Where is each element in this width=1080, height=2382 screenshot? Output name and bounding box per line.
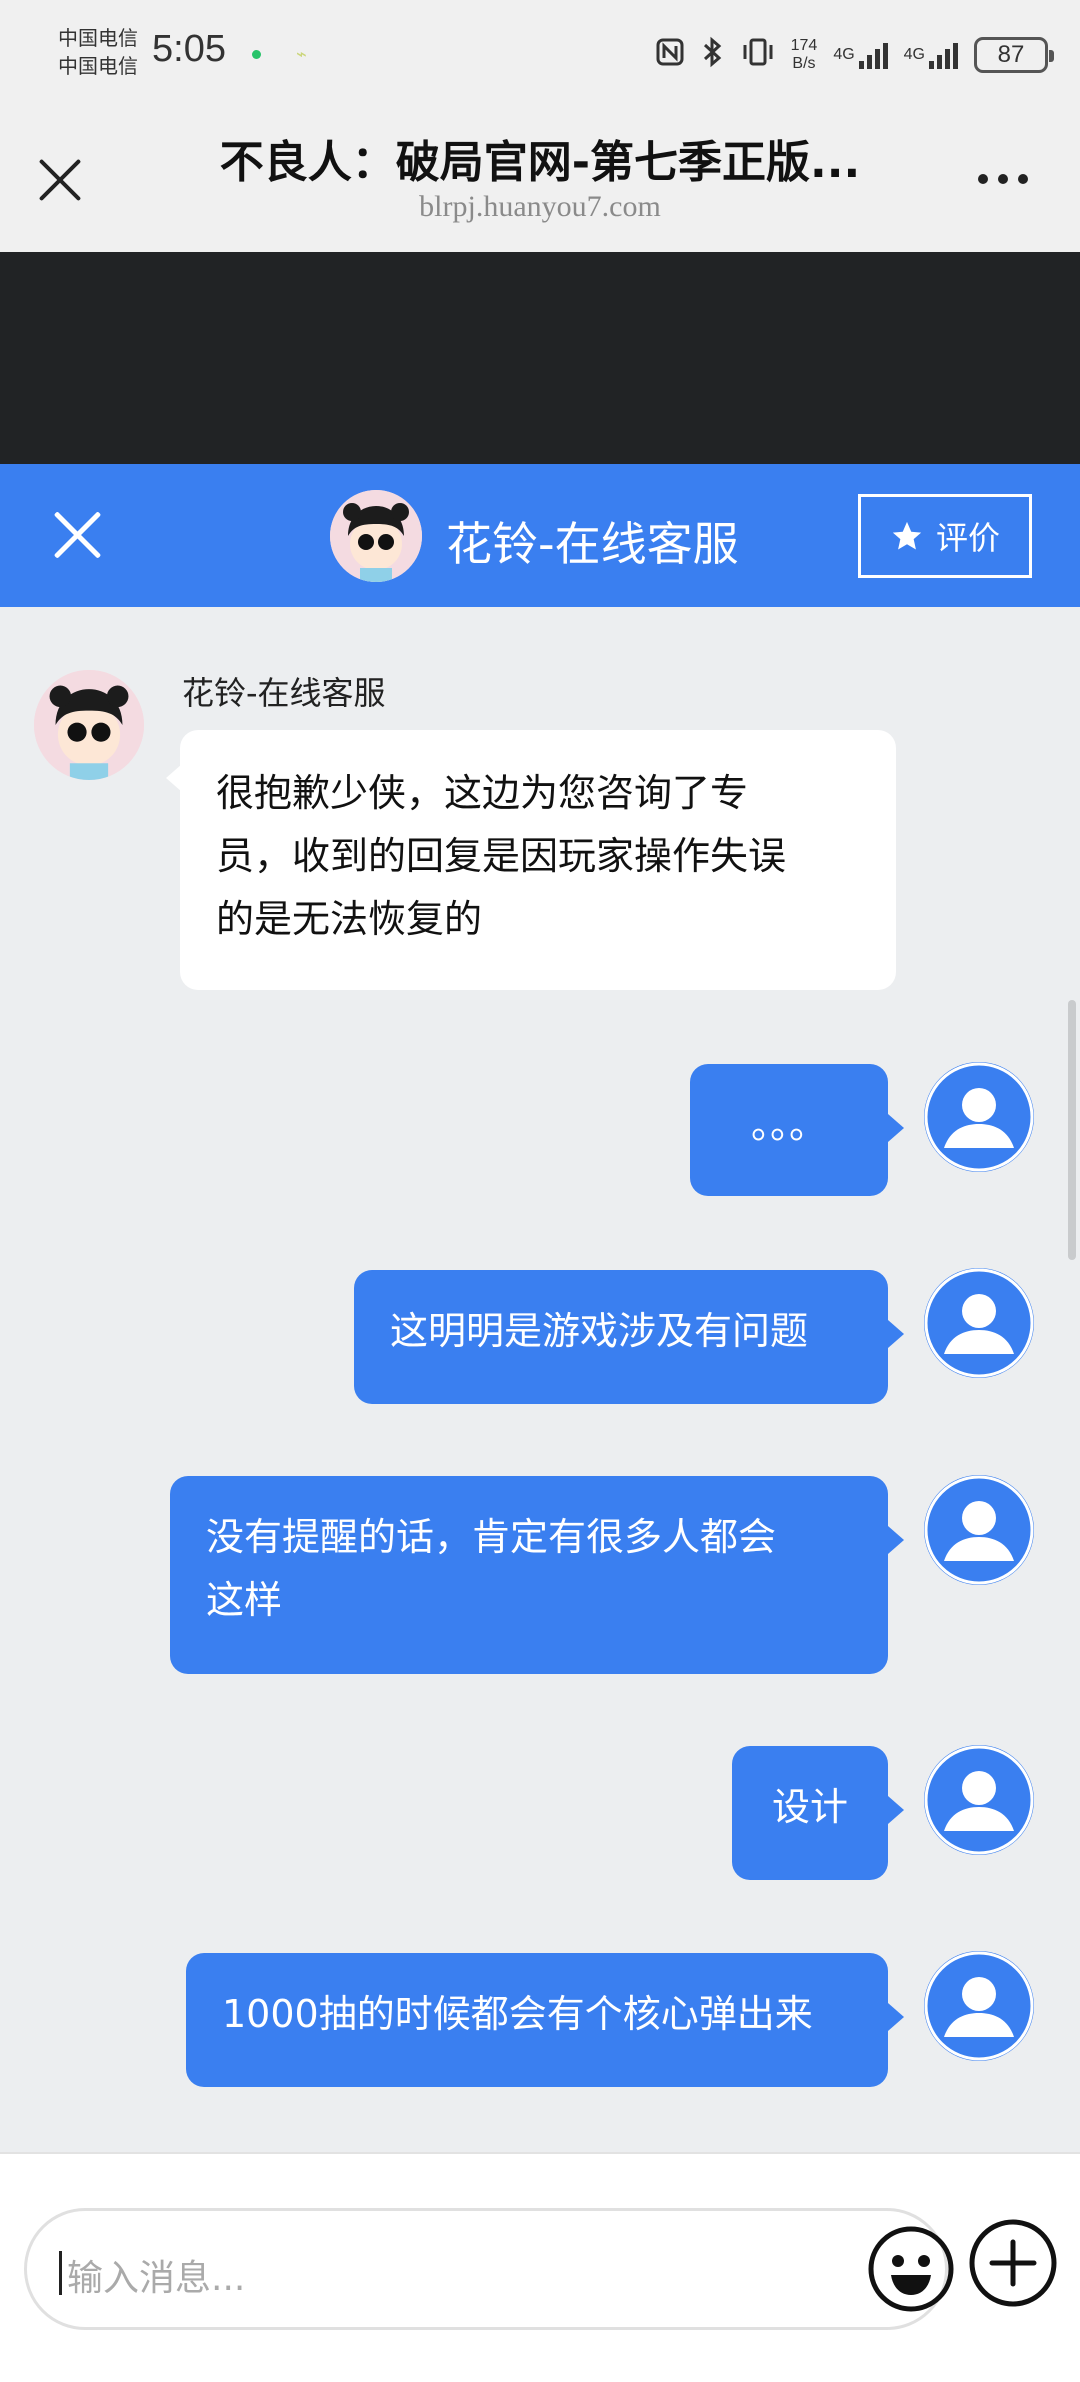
battery-level: 87 — [997, 41, 1025, 68]
signal-1-icon: 4G — [833, 41, 888, 69]
clock: 5:05 — [152, 28, 226, 70]
chat-header: 花铃-在线客服 评价 — [0, 464, 1080, 607]
rate-button[interactable]: 评价 — [858, 494, 1032, 578]
message-line: 没有提醒的话，肯定有很多人都会 — [206, 1515, 777, 1559]
chat-title: 花铃-在线客服 — [446, 517, 739, 571]
user-avatar — [924, 1951, 1034, 2061]
page-banner-area — [0, 252, 1080, 464]
message-text: 这明明是游戏涉及有问题 — [390, 1309, 809, 1353]
star-icon — [892, 521, 922, 550]
carrier-1: 中国电信 — [58, 26, 138, 50]
agent-avatar-header — [330, 490, 422, 582]
user-message-bubble: 这明明是游戏涉及有问题 — [354, 1270, 904, 1404]
network-speed: 174 B/s — [791, 37, 818, 73]
bluetooth-icon — [701, 36, 725, 75]
user-avatar — [924, 1062, 1034, 1172]
more-options-icon[interactable] — [978, 174, 1028, 184]
browser-header: 不良人：破局官网-第七季正版... blrpj.huanyou7.com — [0, 110, 1080, 252]
signal-2-label: 4G — [903, 46, 925, 63]
user-message-bubble: 。。。 — [690, 1064, 904, 1196]
message-line: 很抱歉少侠，这边为您咨询了专 — [216, 771, 749, 815]
message-line: 的是无法恢复的 — [216, 897, 483, 941]
user-message-bubble: 没有提醒的话，肯定有很多人都会 这样 — [170, 1476, 904, 1674]
notification-dot-icon — [252, 50, 261, 59]
add-attachment-icon[interactable] — [968, 2218, 1058, 2308]
nfc-icon — [655, 37, 685, 74]
network-speed-unit: B/s — [792, 55, 816, 72]
user-avatar — [924, 1268, 1034, 1378]
status-icons: 174 B/s 4G 4G 87 — [655, 30, 1054, 80]
message-line: 这样 — [206, 1578, 283, 1622]
message-input[interactable]: 输入消息... — [24, 2208, 954, 2330]
user-avatar — [924, 1475, 1034, 1585]
user-avatar — [924, 1745, 1034, 1855]
signal-2-icon: 4G — [904, 41, 958, 69]
message-text: 设计 — [771, 1785, 848, 1829]
input-bar: 输入消息... — [0, 2152, 1080, 2382]
page-title: 不良人：破局官网-第七季正版... — [219, 137, 861, 188]
carrier-labels: 中国电信 中国电信 — [58, 24, 138, 80]
user-message-bubble: 设计 — [732, 1746, 904, 1880]
scrollbar-thumb[interactable] — [1068, 1000, 1076, 1260]
text-caret — [59, 2251, 62, 2295]
close-chat-icon[interactable] — [52, 510, 102, 560]
page-url: blrpj.huanyou7.com — [419, 190, 661, 223]
message-line: 员，收到的回复是因玩家操作失误 — [216, 834, 787, 878]
agent-name: 花铃-在线客服 — [182, 674, 386, 712]
signal-1-label: 4G — [833, 46, 855, 63]
network-speed-value: 174 — [790, 37, 818, 54]
message-input-placeholder: 输入消息... — [67, 2258, 246, 2299]
agent-avatar — [34, 670, 144, 780]
message-text: 。。。 — [750, 1103, 827, 1147]
emoji-icon[interactable] — [867, 2225, 955, 2313]
carrier-2: 中国电信 — [58, 54, 138, 78]
leaf-icon: ⌁ — [296, 44, 307, 65]
user-message-bubble: 1000抽的时候都会有个核心弹出来 — [186, 1953, 904, 2087]
status-bar: 中国电信 中国电信 5:05 ⌁ 174 B/s 4G 4G 87 — [0, 0, 1080, 110]
agent-message-bubble: 很抱歉少侠，这边为您咨询了专 员，收到的回复是因玩家操作失误 的是无法恢复的 — [166, 730, 896, 990]
vibrate-icon — [741, 37, 775, 74]
battery-icon: 87 — [974, 37, 1054, 73]
rate-label: 评价 — [935, 519, 1000, 557]
close-browser-icon[interactable] — [36, 156, 84, 204]
message-text: 1000抽的时候都会有个核心弹出来 — [222, 1992, 813, 2036]
